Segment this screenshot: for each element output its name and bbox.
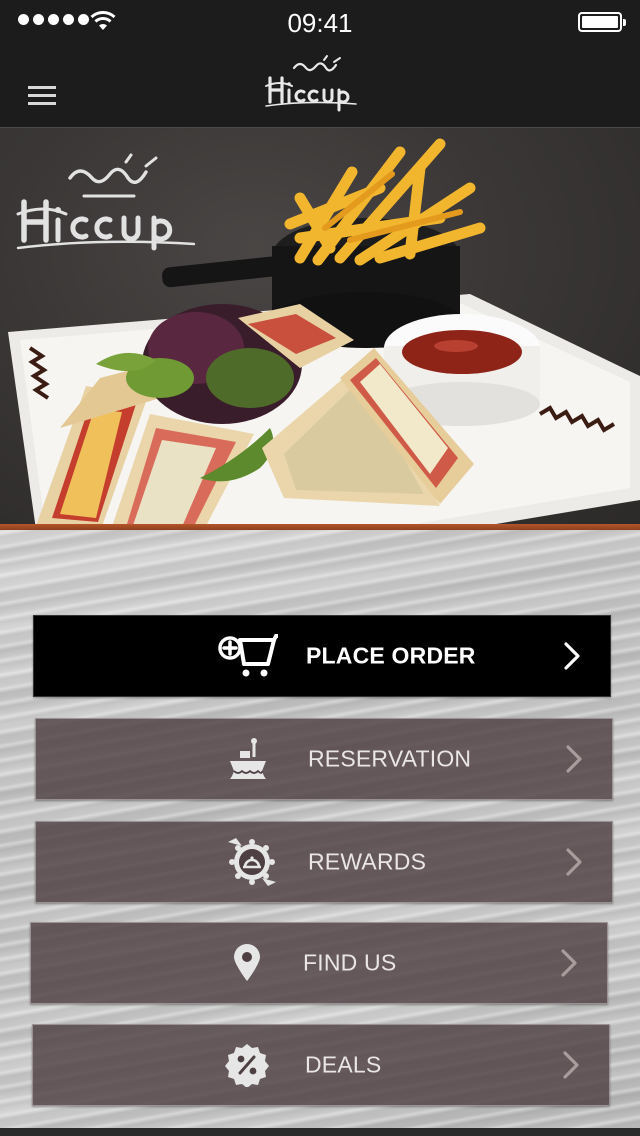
chevron-right-icon: [563, 1051, 579, 1079]
chevron-right-icon: [566, 848, 582, 876]
chevron-right-icon: [566, 745, 582, 773]
location-pin-icon: [234, 944, 260, 981]
reservation-button[interactable]: RESERVATION: [35, 718, 613, 800]
reserved-table-icon: [230, 738, 266, 779]
reward-badge-icon: [228, 838, 276, 886]
hiccup-logo-icon: [16, 153, 196, 251]
deals-button[interactable]: DEALS: [32, 1024, 610, 1106]
chevron-right-icon: [564, 642, 580, 670]
chevron-right-icon: [561, 949, 577, 977]
shopping-cart-add-icon: [218, 634, 278, 677]
nav-bar: [0, 44, 640, 128]
deals-label: DEALS: [305, 1051, 382, 1078]
hiccup-logo-icon: [265, 55, 357, 112]
bottom-strip: [0, 1128, 640, 1136]
rewards-button[interactable]: REWARDS: [35, 821, 613, 903]
find-us-label: FIND US: [303, 949, 397, 976]
status-bar: 09:41: [0, 0, 640, 44]
battery-icon: [578, 12, 626, 32]
reservation-label: RESERVATION: [308, 745, 472, 772]
find-us-button[interactable]: FIND US: [30, 922, 608, 1004]
hamburger-menu-icon[interactable]: [28, 86, 56, 106]
percent-badge-icon: [225, 1044, 269, 1087]
rewards-label: REWARDS: [308, 848, 427, 875]
hero-banner: [0, 128, 640, 528]
place-order-button[interactable]: PLACE ORDER: [33, 615, 611, 697]
place-order-label: PLACE ORDER: [306, 642, 476, 669]
status-time: 09:41: [287, 8, 353, 38]
